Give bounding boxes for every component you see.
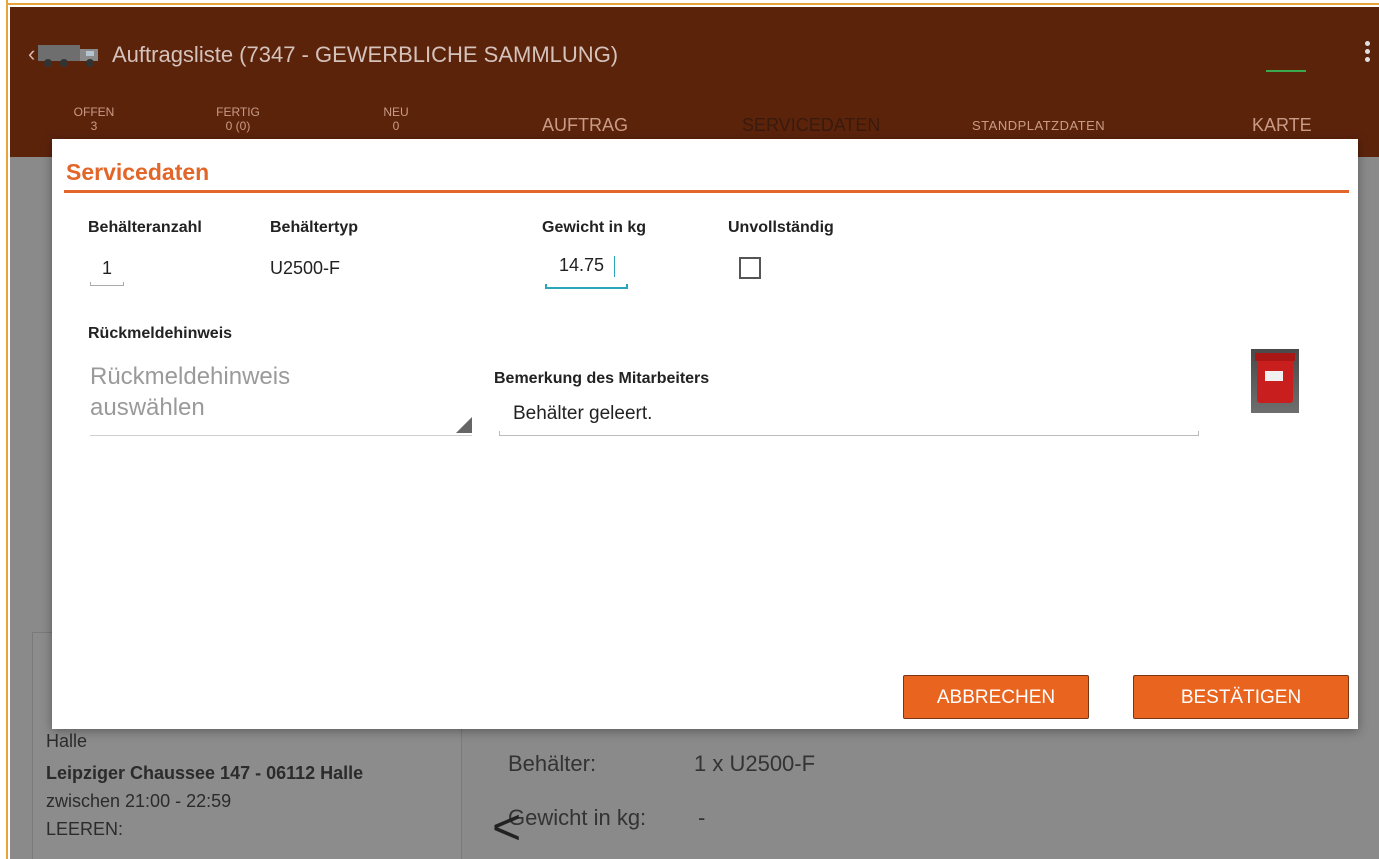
count-input[interactable]: 1 — [88, 254, 126, 286]
input-underline — [545, 284, 628, 289]
input-underline — [90, 282, 124, 286]
count-label: Behälteranzahl — [88, 219, 202, 236]
weight-value: 14.75 — [559, 255, 605, 275]
app-title: Auftragsliste (7347 - GEWERBLICHE SAMMLU… — [112, 42, 619, 67]
app-bar: ‹ Auftragsliste (7347 - GEWERBLICHE SAMM… — [10, 7, 1379, 157]
truck-icon — [38, 45, 98, 67]
window-top-border — [0, 0, 1379, 5]
tab-auftrag[interactable]: AUFTRAG — [542, 115, 628, 136]
feedback-dropdown[interactable]: Rückmeldehinweis auswählen — [90, 361, 472, 436]
remark-value: Behälter geleert. — [513, 403, 653, 424]
tab-count: 3 — [90, 119, 98, 133]
count-value: 1 — [102, 258, 113, 278]
details-gewicht-label: Gewicht in kg: — [508, 805, 647, 830]
tab-offen[interactable]: OFFEN 3 — [62, 105, 126, 133]
tab-label: OFFEN — [73, 105, 115, 119]
tab-karte[interactable]: KARTE — [1252, 115, 1312, 136]
weight-input[interactable]: 14.75 — [545, 251, 629, 289]
status-indicator — [1266, 70, 1306, 72]
window-left-border — [0, 0, 8, 859]
order-time: zwischen 21:00 - 22:59 — [46, 791, 232, 811]
details-behaelter-label: Behälter: — [508, 751, 597, 776]
container-photo-thumbnail[interactable] — [1251, 349, 1299, 413]
tab-label: FERTIG — [216, 105, 260, 119]
details-behaelter-value: 1 x U2500-F — [694, 751, 816, 776]
tab-fertig[interactable]: FERTIG 0 (0) — [200, 105, 276, 133]
details-gewicht-value: - — [698, 805, 706, 830]
overflow-menu-icon[interactable] — [1365, 41, 1371, 65]
tab-standplatzdaten[interactable]: STANDPLATZDATEN — [972, 118, 1105, 133]
tab-count: 0 — [392, 119, 400, 133]
confirm-button[interactable]: BESTÄTIGEN — [1133, 675, 1349, 719]
chevron-left-icon[interactable]: < — [492, 802, 521, 852]
feedback-placeholder: Rückmeldehinweis auswählen — [90, 363, 291, 421]
type-value: U2500-F — [270, 258, 341, 278]
type-label: Behältertyp — [270, 219, 359, 236]
tab-servicedaten[interactable]: SERVICEDATEN — [742, 115, 880, 136]
weight-label: Gewicht in kg — [542, 219, 647, 236]
remark-label: Bemerkung des Mitarbeiters — [494, 370, 710, 387]
text-cursor — [614, 256, 615, 277]
feedback-label: Rückmeldehinweis — [88, 325, 233, 342]
remark-input[interactable]: Behälter geleert. — [499, 397, 1199, 436]
tab-label: NEU — [383, 105, 409, 119]
dialog-title: Servicedaten — [66, 159, 210, 185]
incomplete-checkbox[interactable] — [739, 257, 761, 279]
order-address: Leipziger Chaussee 147 - 06112 Halle — [46, 763, 364, 783]
tab-neu[interactable]: NEU 0 — [376, 105, 416, 133]
dropdown-arrow-icon — [456, 417, 472, 433]
servicedaten-dialog: Servicedaten Behälteranzahl Behältertyp … — [52, 139, 1358, 729]
order-action: LEEREN: — [46, 819, 124, 839]
details-panel — [494, 729, 1379, 859]
title-divider — [64, 190, 1349, 193]
cancel-button[interactable]: ABBRECHEN — [903, 675, 1089, 719]
order-city: Halle — [46, 731, 88, 751]
incomplete-label: Unvollständig — [728, 219, 834, 236]
tab-count: 0 (0) — [225, 119, 251, 133]
